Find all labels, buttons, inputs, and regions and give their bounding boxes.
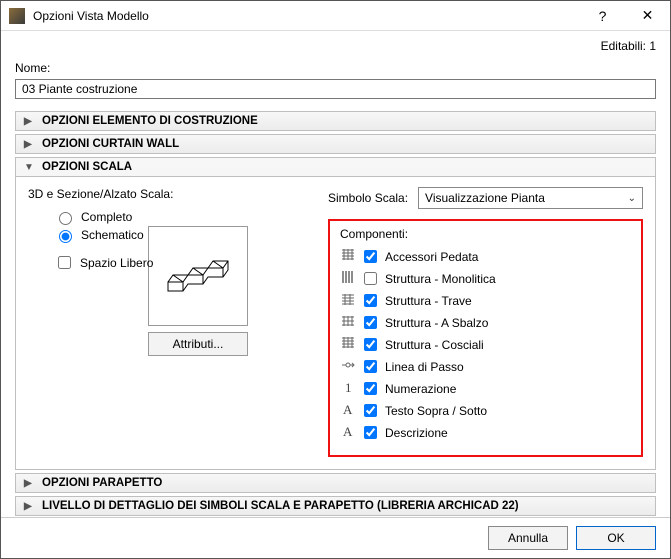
panel-construction[interactable]: ▶ OPZIONI ELEMENTO DI COSTRUZIONE [16, 112, 655, 130]
components-box: Componenti: Accessori Pedata Struttura - … [328, 219, 643, 457]
component-checkbox[interactable] [364, 250, 377, 263]
components-title: Componenti: [340, 227, 631, 241]
component-row: 1 Numerazione [340, 379, 631, 398]
component-checkbox[interactable] [364, 404, 377, 417]
component-label: Struttura - Monolitica [385, 272, 496, 286]
component-row: Struttura - Monolitica [340, 269, 631, 288]
panel-title: OPZIONI SCALA [42, 161, 132, 173]
panel-title: OPZIONI PARAPETTO [42, 477, 162, 489]
chevron-right-icon: ▶ [24, 116, 34, 127]
component-label: Struttura - Cosciali [385, 338, 484, 352]
svg-text:1: 1 [345, 380, 352, 395]
chevron-down-icon: ⌄ [628, 193, 636, 204]
stair-icon [163, 251, 233, 301]
chevron-right-icon: ▶ [24, 501, 34, 512]
check-spazio-libero[interactable] [58, 256, 71, 269]
component-type-icon [340, 357, 356, 376]
radio-schematico-label: Schematico [81, 228, 144, 242]
component-checkbox[interactable] [364, 360, 377, 373]
panel-title: OPZIONI CURTAIN WALL [42, 138, 179, 150]
chevron-right-icon: ▶ [24, 478, 34, 489]
panel-detail-scala[interactable]: ▶ LIVELLO DI DETTAGLIO DEI SIMBOLI SCALA… [16, 497, 655, 515]
component-label: Testo Sopra / Sotto [385, 404, 487, 418]
radio-completo[interactable] [59, 212, 72, 225]
symbol-scala-label: Simbolo Scala: [328, 191, 408, 205]
stair-preview [148, 226, 248, 326]
check-spazio-label: Spazio Libero [80, 256, 153, 270]
component-row: Accessori Pedata [340, 247, 631, 266]
close-button[interactable]: ✕ [625, 1, 670, 31]
component-label: Linea di Passo [385, 360, 464, 374]
component-label: Struttura - Trave [385, 294, 472, 308]
ok-button[interactable]: OK [576, 526, 656, 550]
component-checkbox[interactable] [364, 272, 377, 285]
symbol-scala-combo[interactable]: Visualizzazione Pianta ⌄ [418, 187, 643, 209]
component-type-icon: A [340, 423, 356, 442]
component-label: Accessori Pedata [385, 250, 478, 264]
panel-scala[interactable]: ▼ OPZIONI SCALA [16, 158, 655, 176]
component-type-icon: 1 [340, 379, 356, 398]
component-checkbox[interactable] [364, 294, 377, 307]
chevron-right-icon: ▶ [24, 139, 34, 150]
attributes-button[interactable]: Attributi... [148, 332, 248, 356]
component-checkbox[interactable] [364, 382, 377, 395]
name-label: Nome: [15, 61, 656, 75]
component-type-icon [340, 313, 356, 332]
window-title: Opzioni Vista Modello [33, 9, 580, 23]
panel-parapetto[interactable]: ▶ OPZIONI PARAPETTO [16, 474, 655, 492]
svg-text:A: A [343, 402, 353, 417]
component-type-icon [340, 291, 356, 310]
radio-schematico[interactable] [59, 230, 72, 243]
component-row: Struttura - Cosciali [340, 335, 631, 354]
component-label: Numerazione [385, 382, 456, 396]
component-row: Struttura - Trave [340, 291, 631, 310]
name-input[interactable] [15, 79, 656, 99]
editable-count: Editabili: 1 [15, 39, 656, 53]
scala-3d-label: 3D e Sezione/Alzato Scala: [28, 187, 328, 201]
component-label: Struttura - A Sbalzo [385, 316, 488, 330]
cancel-button[interactable]: Annulla [488, 526, 568, 550]
component-label: Descrizione [385, 426, 448, 440]
radio-completo-label: Completo [81, 210, 132, 224]
component-type-icon: A [340, 401, 356, 420]
component-type-icon [340, 247, 356, 266]
component-checkbox[interactable] [364, 426, 377, 439]
component-row: Struttura - A Sbalzo [340, 313, 631, 332]
component-row: Linea di Passo [340, 357, 631, 376]
component-type-icon [340, 335, 356, 354]
component-row: A Descrizione [340, 423, 631, 442]
app-icon [9, 8, 25, 24]
panel-title: OPZIONI ELEMENTO DI COSTRUZIONE [42, 115, 258, 127]
component-row: A Testo Sopra / Sotto [340, 401, 631, 420]
symbol-scala-value: Visualizzazione Pianta [425, 191, 545, 205]
panel-title: LIVELLO DI DETTAGLIO DEI SIMBOLI SCALA E… [42, 500, 519, 512]
svg-text:A: A [343, 424, 353, 439]
component-checkbox[interactable] [364, 316, 377, 329]
help-button[interactable]: ? [580, 1, 625, 31]
chevron-down-icon: ▼ [24, 162, 34, 173]
panel-curtain[interactable]: ▶ OPZIONI CURTAIN WALL [16, 135, 655, 153]
component-type-icon [340, 269, 356, 288]
component-checkbox[interactable] [364, 338, 377, 351]
